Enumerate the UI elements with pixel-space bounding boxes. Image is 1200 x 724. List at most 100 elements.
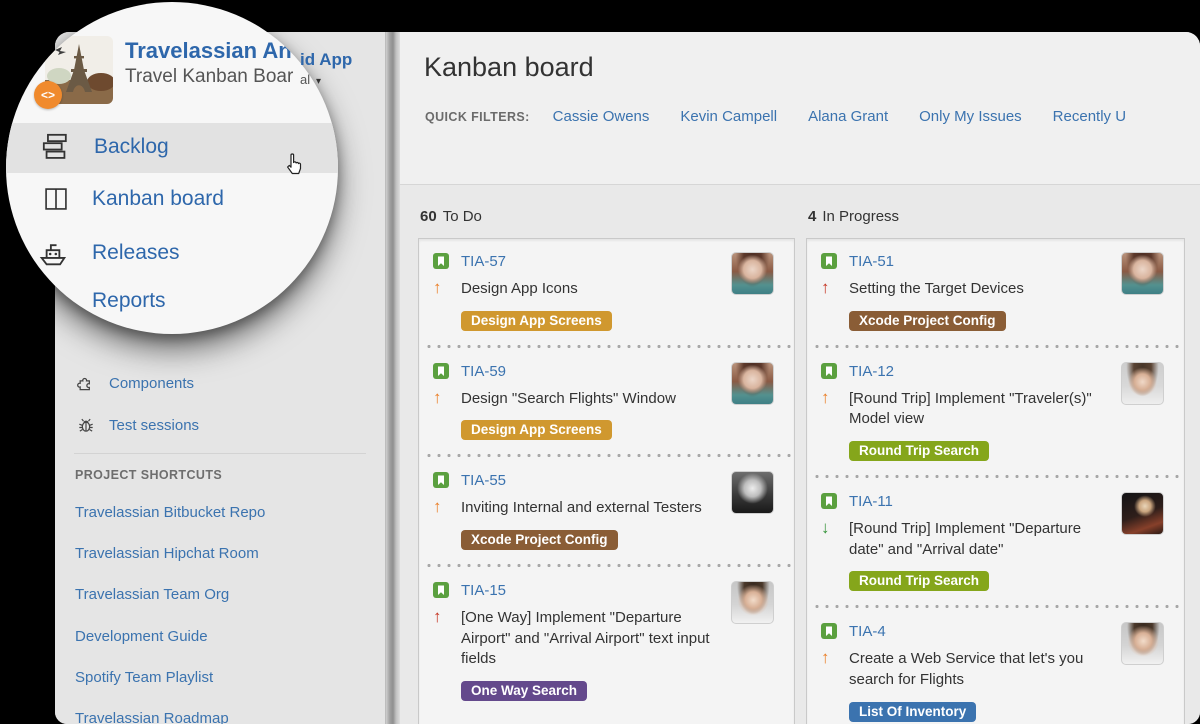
assignee-avatar[interactable] — [731, 252, 774, 295]
puzzle-icon — [76, 373, 96, 393]
column-name: In Progress — [822, 208, 899, 225]
shortcut-link-roadmap[interactable]: Travelassian Roadmap — [75, 710, 229, 724]
column-header-in-progress: 4In Progress — [808, 208, 899, 225]
issue-key[interactable]: TIA-11 — [849, 492, 1119, 514]
quick-filter-cassie[interactable]: Cassie Owens — [553, 108, 650, 125]
story-type-icon — [433, 471, 459, 493]
issue-label[interactable]: Xcode Project Config — [461, 530, 618, 550]
issue-card[interactable]: TIA-15 ↑ [One Way] Implement "Departure … — [419, 568, 794, 714]
shortcut-link-bitbucket[interactable]: Travelassian Bitbucket Repo — [75, 504, 265, 521]
story-type-icon — [433, 362, 459, 384]
code-badge-icon: <> — [34, 81, 62, 109]
sidebar-item-test-sessions[interactable]: Test sessions — [76, 415, 199, 435]
issue-label[interactable]: Design App Screens — [461, 420, 612, 440]
issue-title: [Round Trip] Implement "Departure date" … — [849, 514, 1119, 560]
issue-title: Inviting Internal and external Testers — [461, 493, 729, 519]
assignee-avatar[interactable] — [731, 581, 774, 624]
issue-card[interactable]: TIA-11 ↓ [Round Trip] Implement "Departu… — [807, 479, 1184, 604]
priority-high-icon: ↑ — [821, 384, 847, 430]
issue-label[interactable]: Design App Screens — [461, 311, 612, 331]
column-todo: TIA-57 ↑ Design App Icons Design App Scr… — [418, 238, 795, 724]
issue-label[interactable]: Round Trip Search — [849, 571, 989, 591]
assignee-avatar[interactable] — [1121, 622, 1164, 665]
project-name: Travelassian An — [125, 38, 292, 64]
issue-key[interactable]: TIA-59 — [461, 362, 729, 384]
shortcut-link-team-org[interactable]: Travelassian Team Org — [75, 586, 229, 603]
issue-key[interactable]: TIA-51 — [849, 252, 1119, 274]
column-header-todo: 60 To Do — [420, 208, 482, 225]
sidebar-item-reports[interactable]: Reports — [92, 289, 166, 313]
assignee-avatar[interactable] — [1121, 362, 1164, 405]
priority-high-icon: ↑ — [821, 644, 847, 690]
project-name-overflow: id App — [300, 50, 352, 70]
issue-card[interactable]: TIA-51 ↑ Setting the Target Devices Xcod… — [807, 239, 1184, 344]
issue-card[interactable]: TIA-12 ↑ [Round Trip] Implement "Travele… — [807, 349, 1184, 474]
quick-filters-bar: QUICK FILTERS: Cassie Owens Kevin Campel… — [425, 108, 1157, 125]
assignee-avatar[interactable] — [1121, 252, 1164, 295]
issue-card[interactable]: TIA-57 ↑ Design App Icons Design App Scr… — [419, 239, 794, 344]
quick-filters-label: QUICK FILTERS: — [425, 110, 530, 124]
issue-key[interactable]: TIA-15 — [461, 581, 729, 603]
board-name[interactable]: Travel Kanban Boar — [125, 66, 293, 88]
magnifier-loupe: <> Travelassian An Travel Kanban Boar Ba… — [6, 2, 338, 334]
sidebar-item-label: Test sessions — [109, 417, 199, 434]
sidebar-item-backlog[interactable]: Backlog — [39, 130, 169, 163]
shortcut-link-playlist[interactable]: Spotify Team Playlist — [75, 669, 213, 686]
issue-label[interactable]: List Of Inventory — [849, 702, 976, 722]
backlog-icon — [39, 130, 72, 163]
issue-title: [Round Trip] Implement "Traveler(s)" Mod… — [849, 384, 1119, 430]
main-content: Kanban board QUICK FILTERS: Cassie Owens… — [400, 32, 1200, 724]
priority-minor-icon: ↓ — [821, 514, 847, 560]
issue-label[interactable]: Round Trip Search — [849, 441, 989, 461]
priority-highest-icon: ↑ — [433, 603, 459, 670]
shortcut-link-hipchat[interactable]: Travelassian Hipchat Room — [75, 545, 259, 562]
kanban-board: 60 To Do 4In Progress TIA-57 ↑ Design App… — [400, 186, 1200, 724]
quick-filter-recently-updated[interactable]: Recently U — [1053, 108, 1126, 125]
sidebar-item-components[interactable]: Components — [76, 373, 194, 393]
column-count: 60 — [420, 208, 437, 225]
story-type-icon — [821, 362, 847, 384]
issue-title: Create a Web Service that let's you sear… — [849, 644, 1119, 690]
board-name-overflow: al — [300, 72, 310, 87]
priority-highest-icon: ↑ — [821, 274, 847, 300]
sidebar-item-releases[interactable]: Releases — [36, 236, 180, 270]
issue-key[interactable]: TIA-12 — [849, 362, 1119, 384]
chevron-down-icon[interactable]: ▾ — [316, 76, 321, 87]
quick-filter-alana[interactable]: Alana Grant — [808, 108, 888, 125]
story-type-icon — [821, 492, 847, 514]
sidebar-item-label: Components — [109, 375, 194, 392]
assignee-avatar[interactable] — [731, 362, 774, 405]
bug-icon — [76, 415, 96, 435]
issue-card[interactable]: TIA-59 ↑ Design "Search Flights" Window … — [419, 349, 794, 454]
issue-card[interactable]: TIA-55 ↑ Inviting Internal and external … — [419, 458, 794, 563]
story-type-icon — [433, 252, 459, 274]
issue-key[interactable]: TIA-55 — [461, 471, 729, 493]
issue-title: Design App Icons — [461, 274, 729, 300]
cursor-pointer-icon — [282, 152, 306, 183]
story-type-icon — [433, 581, 459, 603]
assignee-avatar[interactable] — [731, 471, 774, 514]
shortcut-link-dev-guide[interactable]: Development Guide — [75, 628, 208, 645]
sidebar-item-kanban-board[interactable]: Kanban board — [42, 185, 224, 213]
priority-high-icon: ↑ — [433, 384, 459, 410]
sidebar-item-label: Reports — [92, 289, 166, 313]
issue-key[interactable]: TIA-57 — [461, 252, 729, 274]
issue-title: Setting the Target Devices — [849, 274, 1119, 300]
ship-icon — [36, 236, 70, 270]
issue-label[interactable]: Xcode Project Config — [849, 311, 1006, 331]
issue-key[interactable]: TIA-4 — [849, 622, 1119, 644]
column-in-progress: TIA-51 ↑ Setting the Target Devices Xcod… — [806, 238, 1185, 724]
sidebar-scrollbar[interactable] — [385, 32, 400, 724]
assignee-avatar[interactable] — [1121, 492, 1164, 535]
priority-high-icon: ↑ — [433, 493, 459, 519]
issue-card[interactable]: TIA-4 ↑ Create a Web Service that let's … — [807, 609, 1184, 724]
column-name: To Do — [443, 208, 482, 225]
quick-filter-kevin[interactable]: Kevin Campell — [680, 108, 777, 125]
sidebar-item-label: Kanban board — [92, 187, 224, 211]
issue-title: [One Way] Implement "Departure Airport" … — [461, 603, 729, 670]
project-shortcuts-header: PROJECT SHORTCUTS — [75, 468, 222, 482]
page-title: Kanban board — [424, 52, 594, 83]
quick-filter-my-issues[interactable]: Only My Issues — [919, 108, 1022, 125]
issue-label[interactable]: One Way Search — [461, 681, 587, 701]
priority-high-icon: ↑ — [433, 274, 459, 300]
